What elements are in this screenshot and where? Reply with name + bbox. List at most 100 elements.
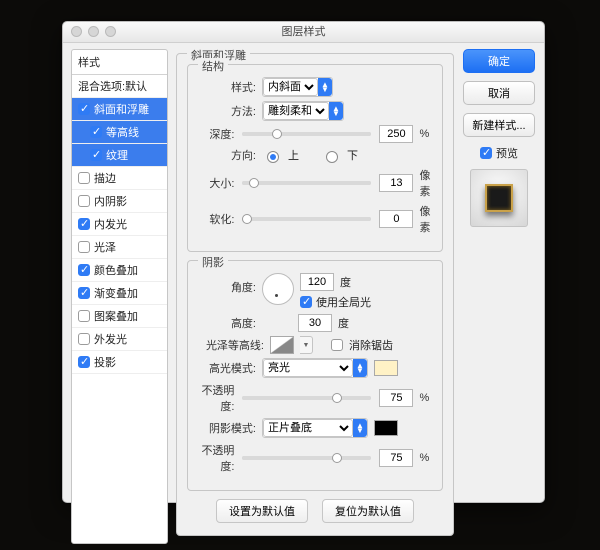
soften-unit: 像素 [419,203,432,235]
footer-buttons: 设置为默认值 复位为默认值 [187,499,443,523]
highlight-opacity-label: 不透明度: [198,382,234,414]
chevron-updown-icon: ▲▼ [353,359,367,377]
highlight-opacity-unit: % [419,392,432,404]
texture-label: 纹理 [106,147,128,163]
gradient-overlay-label: 渐变叠加 [94,285,138,301]
outer-glow-label: 外发光 [94,331,127,347]
gradient-overlay-checkbox[interactable] [78,287,90,299]
size-slider[interactable] [242,181,371,185]
chevron-updown-icon: ▲▼ [318,78,332,96]
make-default-button[interactable]: 设置为默认值 [216,499,308,523]
global-light-label: 使用全局光 [316,294,371,310]
inner-glow-checkbox[interactable] [78,218,90,230]
gloss-contour-picker[interactable] [270,336,294,354]
drop-shadow-checkbox[interactable] [78,356,90,368]
contour-checkbox[interactable] [90,126,102,138]
color-overlay-checkbox[interactable] [78,264,90,276]
depth-input[interactable] [379,125,413,143]
technique-select[interactable]: 雕刻柔和▲▼ [262,101,344,121]
blend-defaults-label: 混合选项:默认 [78,78,147,94]
cancel-button[interactable]: 取消 [463,81,535,105]
outer-glow-checkbox[interactable] [78,333,90,345]
side-panel: 确定 取消 新建样式... 预览 [462,49,536,544]
highlight-color-swatch[interactable] [374,360,398,376]
new-style-button[interactable]: 新建样式... [463,113,535,137]
altitude-input[interactable] [298,314,332,332]
structure-group: 结构 样式: 内斜面▲▼ 方法: 雕刻柔和▲▼ 深度: % 方向: 上 [187,64,443,252]
row-satin[interactable]: 光泽 [72,236,167,259]
shading-legend: 阴影 [198,254,228,270]
shadow-mode-select[interactable]: 正片叠底▲▼ [262,418,368,438]
chevron-down-icon[interactable]: ▼ [300,336,313,354]
shadow-mode-label: 阴影模式: [198,420,256,436]
row-drop-shadow[interactable]: 投影 [72,351,167,374]
chevron-updown-icon: ▲▼ [353,419,367,437]
highlight-mode-select[interactable]: 亮光▲▼ [262,358,368,378]
antialias-label: 消除锯齿 [349,337,393,353]
style-label: 样式: [198,79,256,95]
antialias-checkbox[interactable] [331,339,343,351]
global-light-checkbox[interactable] [300,296,312,308]
texture-checkbox[interactable] [90,149,102,161]
stroke-checkbox[interactable] [78,172,90,184]
row-contour[interactable]: 等高线 [72,121,167,144]
highlight-mode-label: 高光模式: [198,360,256,376]
preview-checkbox[interactable] [480,147,492,159]
minimize-icon[interactable] [88,26,99,37]
row-gradient-overlay[interactable]: 渐变叠加 [72,282,167,305]
shadow-opacity-slider[interactable] [242,456,371,460]
size-input[interactable] [379,174,413,192]
stroke-label: 描边 [94,170,116,186]
direction-label: 方向: [198,147,256,163]
highlight-opacity-input[interactable] [379,389,413,407]
direction-up-radio[interactable] [267,151,279,163]
inner-glow-label: 内发光 [94,216,127,232]
row-texture[interactable]: 纹理 [72,144,167,167]
pattern-overlay-checkbox[interactable] [78,310,90,322]
preview-tile [485,184,513,212]
bevel-panel-outer: 斜面和浮雕 结构 样式: 内斜面▲▼ 方法: 雕刻柔和▲▼ 深度: % 方向: [176,53,454,536]
row-color-overlay[interactable]: 颜色叠加 [72,259,167,282]
row-inner-shadow[interactable]: 内阴影 [72,190,167,213]
shadow-opacity-input[interactable] [379,449,413,467]
titlebar[interactable]: 图层样式 [63,22,544,43]
shadow-opacity-label: 不透明度: [198,442,234,474]
satin-checkbox[interactable] [78,241,90,253]
direction-down-radio[interactable] [326,151,338,163]
row-inner-glow[interactable]: 内发光 [72,213,167,236]
size-unit: 像素 [419,167,432,199]
pattern-overlay-label: 图案叠加 [94,308,138,324]
bevel-checkbox[interactable] [78,103,90,115]
chevron-updown-icon: ▲▼ [329,102,343,120]
angle-input[interactable] [300,273,334,291]
row-pattern-overlay[interactable]: 图案叠加 [72,305,167,328]
structure-legend: 结构 [198,58,228,74]
row-bevel[interactable]: 斜面和浮雕 [72,98,167,121]
inner-shadow-checkbox[interactable] [78,195,90,207]
row-stroke[interactable]: 描边 [72,167,167,190]
angle-label: 角度: [198,273,256,295]
zoom-icon[interactable] [105,26,116,37]
ok-button[interactable]: 确定 [463,49,535,73]
drop-shadow-label: 投影 [94,354,116,370]
layer-style-dialog: 图层样式 样式 混合选项:默认 斜面和浮雕 等高线 纹理 描边 内阴影 内发光 … [62,21,545,503]
depth-slider[interactable] [242,132,371,136]
row-blend-defaults[interactable]: 混合选项:默认 [72,75,167,98]
style-select[interactable]: 内斜面▲▼ [262,77,333,97]
row-outer-glow[interactable]: 外发光 [72,328,167,351]
close-icon[interactable] [71,26,82,37]
highlight-opacity-slider[interactable] [242,396,371,400]
window-controls[interactable] [71,26,116,37]
soften-slider[interactable] [242,217,371,221]
altitude-unit: 度 [338,315,349,331]
inner-shadow-label: 内阴影 [94,193,127,209]
styles-header[interactable]: 样式 [72,50,167,75]
preview-label: 预览 [496,145,518,161]
direction-up-label: 上 [288,147,299,163]
technique-label: 方法: [198,103,256,119]
reset-default-button[interactable]: 复位为默认值 [322,499,414,523]
shadow-color-swatch[interactable] [374,420,398,436]
soften-input[interactable] [379,210,413,228]
size-label: 大小: [198,175,234,191]
angle-dial[interactable] [262,273,294,305]
